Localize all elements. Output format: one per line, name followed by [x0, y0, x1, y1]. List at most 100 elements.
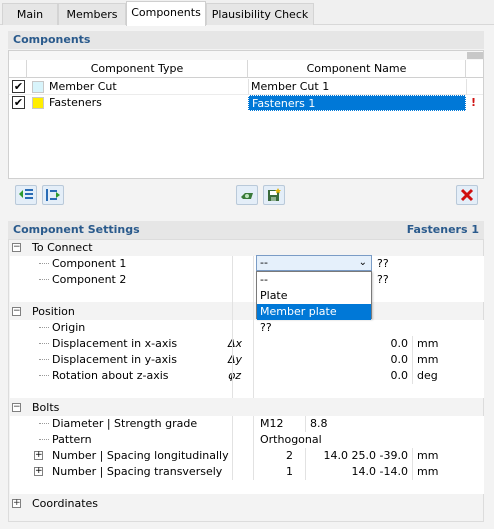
column-divider — [253, 416, 254, 480]
component1-options: -- Plate Member plate — [256, 271, 372, 320]
dx-value[interactable]: 0.0 — [391, 336, 409, 352]
pattern-value[interactable]: Orthogonal — [260, 432, 322, 448]
save-favorite-button[interactable] — [263, 185, 285, 205]
tree-connector — [39, 279, 49, 280]
trans-count-value[interactable]: 1 — [286, 464, 293, 480]
component-color-swatch — [32, 97, 44, 109]
group-coordinates[interactable]: + Coordinates — [10, 496, 484, 512]
expand-icon[interactable]: + — [34, 451, 43, 460]
move-down-button[interactable] — [42, 185, 64, 205]
setting-label: Component 1 — [52, 257, 127, 270]
setting-label: Number | Spacing longitudinally — [52, 449, 229, 462]
tree-connector — [39, 375, 49, 376]
collapse-icon[interactable]: − — [12, 403, 21, 412]
option-plate[interactable]: Plate — [257, 288, 371, 304]
group-label: Coordinates — [32, 497, 99, 510]
column-divider — [305, 448, 306, 480]
setting-label: Pattern — [52, 433, 92, 446]
setting-symbol: φz — [228, 369, 242, 382]
setting-unit: mm — [417, 465, 439, 478]
rotation-value[interactable]: 0.0 — [391, 368, 409, 384]
table-row[interactable]: ✔ Fasteners Fasteners 1 ! — [9, 95, 483, 111]
table-header-row: Component Type Component Name — [9, 60, 483, 79]
component-settings-header: Component Settings Fasteners 1 — [8, 221, 484, 239]
section-title: Component Settings — [13, 223, 140, 236]
long-count-value[interactable]: 2 — [286, 448, 293, 464]
setting-row-diameter: Diameter | Strength grade M12 8.8 — [10, 416, 484, 432]
select-value: -- — [260, 256, 268, 269]
show-component-button[interactable] — [236, 185, 258, 205]
setting-extra: ?? — [377, 273, 389, 286]
tree-connector — [39, 263, 49, 264]
expand-icon[interactable]: + — [12, 499, 21, 508]
eye-show-icon — [241, 193, 253, 199]
tab-label: Main — [16, 8, 44, 21]
setting-label: Component 2 — [52, 273, 127, 286]
column-divider — [466, 79, 467, 95]
column-divider — [253, 256, 254, 398]
column-divider — [412, 448, 413, 480]
tab-label: Members — [66, 8, 118, 21]
setting-label: Diameter | Strength grade — [52, 417, 198, 430]
column-divider — [305, 416, 306, 432]
group-label: Bolts — [32, 401, 60, 414]
setting-label: Displacement in x-axis — [52, 337, 178, 350]
column-divider — [232, 256, 233, 398]
row-checkbox[interactable]: ✔ — [12, 80, 25, 93]
diameter-value[interactable]: M12 — [260, 416, 284, 432]
group-to-connect[interactable]: − To Connect — [10, 240, 484, 256]
setting-row-component2: Component 2 ?? — [10, 272, 484, 288]
expand-icon[interactable]: + — [34, 467, 43, 476]
scroll-thumb[interactable] — [467, 52, 483, 59]
long-spacing-value[interactable]: 14.0 25.0 -39.0 — [324, 448, 408, 464]
collapse-icon[interactable]: − — [12, 307, 21, 316]
setting-row-component1: Component 1 ?? — [10, 256, 484, 272]
tab-plausibility-check[interactable]: Plausibility Check — [206, 3, 314, 25]
column-divider — [412, 336, 413, 384]
chevron-down-icon[interactable]: ⌄ — [359, 256, 367, 270]
component-name-cell[interactable]: Member Cut 1 — [251, 79, 329, 95]
components-table: Component Type Component Name ✔ Member C… — [8, 50, 484, 179]
tree-connector — [39, 343, 49, 344]
dy-value[interactable]: 0.0 — [391, 352, 409, 368]
setting-extra: ?? — [377, 257, 389, 270]
setting-unit: mm — [417, 337, 439, 350]
trans-spacing-value[interactable]: 14.0 -14.0 — [352, 464, 408, 480]
setting-label: Number | Spacing transversely — [52, 465, 223, 478]
option-none[interactable]: -- — [257, 272, 371, 288]
tree-connector — [39, 359, 49, 360]
header-label: Component Type — [90, 62, 184, 75]
origin-value[interactable]: ?? — [260, 320, 272, 336]
tab-members[interactable]: Members — [58, 3, 126, 25]
option-member-plate[interactable]: Member plate — [257, 304, 371, 320]
grade-value[interactable]: 8.8 — [310, 416, 328, 432]
move-up-button[interactable] — [15, 185, 37, 205]
collapse-icon[interactable]: − — [12, 243, 21, 252]
tab-main[interactable]: Main — [2, 3, 58, 25]
group-label: Position — [32, 305, 75, 318]
tree-connector — [39, 423, 49, 424]
component1-select[interactable]: -- ⌄ — [256, 255, 372, 271]
component-name-cell-selected[interactable]: Fasteners 1 — [248, 95, 466, 111]
setting-symbol: Δy — [228, 353, 243, 366]
delete-button[interactable] — [456, 185, 478, 205]
tab-bar: Main Members Components Plausibility Che… — [0, 0, 494, 26]
section-title: Components — [13, 33, 91, 46]
tab-components[interactable]: Components — [126, 1, 206, 26]
row-checkbox[interactable]: ✔ — [12, 96, 25, 109]
move-down-icon — [46, 189, 60, 201]
header-component-type[interactable]: Component Type — [27, 60, 248, 78]
component-type-cell: Fasteners — [49, 96, 102, 109]
setting-label: Displacement in y-axis — [52, 353, 177, 366]
setting-row-spacer — [10, 384, 484, 398]
column-divider — [248, 79, 249, 95]
group-position[interactable]: − Position — [10, 304, 484, 320]
header-component-name[interactable]: Component Name — [248, 60, 466, 78]
table-scroll-area — [9, 51, 483, 60]
table-row[interactable]: ✔ Member Cut Member Cut 1 — [9, 79, 483, 95]
delete-icon — [460, 188, 474, 202]
setting-unit: mm — [417, 449, 439, 462]
setting-label: Rotation about z-axis — [52, 369, 169, 382]
tab-label: Plausibility Check — [211, 8, 309, 21]
group-bolts[interactable]: − Bolts — [10, 400, 484, 416]
